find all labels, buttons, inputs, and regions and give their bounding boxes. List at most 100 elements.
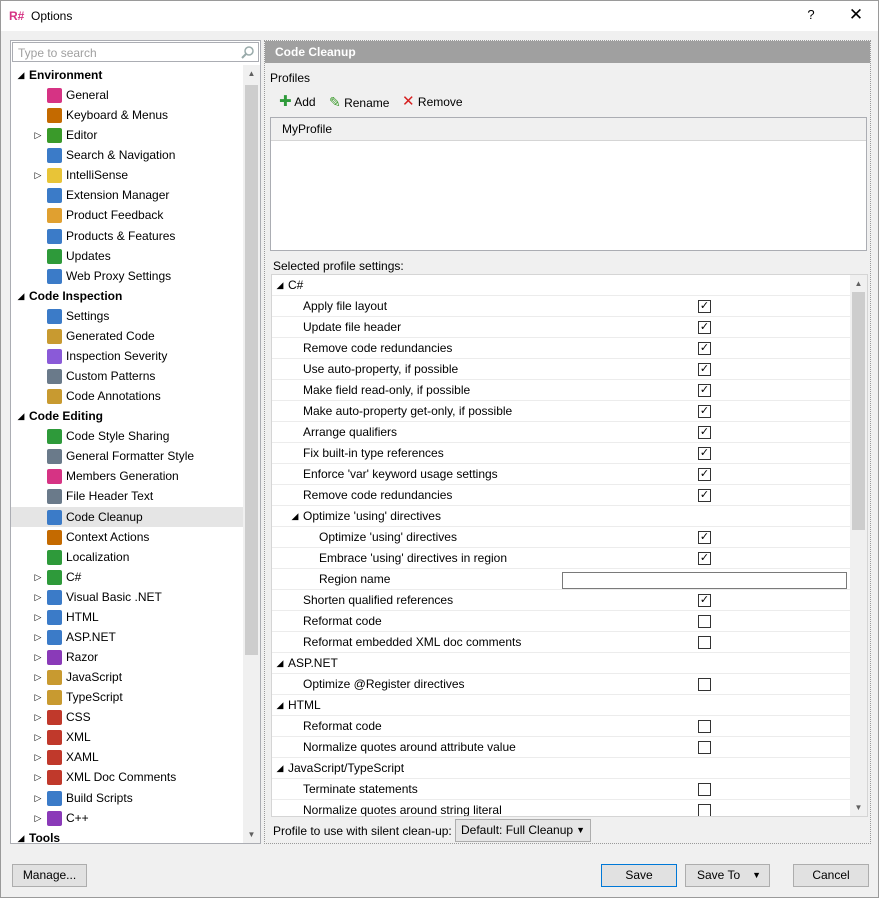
setting-checkbox[interactable] [698,678,711,691]
expand-icon[interactable]: ▷ [33,687,43,707]
setting-checkbox[interactable] [698,342,711,355]
settings-row[interactable]: Optimize @Register directives [272,674,850,695]
setting-checkbox[interactable] [698,321,711,334]
save-to-button[interactable]: Save To ▼ [685,864,770,887]
search-input[interactable]: Type to search [12,42,259,62]
expand-icon[interactable]: ▷ [33,647,43,667]
close-button[interactable]: ✕ [845,5,867,25]
settings-row[interactable]: Enforce 'var' keyword usage settings [272,464,850,485]
region-name-input[interactable] [562,572,847,589]
settings-group-row[interactable]: ◢ C# [272,275,850,296]
setting-checkbox[interactable] [698,531,711,544]
tree-item-asp-net[interactable]: ▷ ASP.NET [11,627,243,647]
expand-icon[interactable]: ▷ [33,788,43,808]
tree-item-search-navigation[interactable]: Search & Navigation [11,145,243,165]
settings-row[interactable]: Embrace 'using' directives in region [272,548,850,569]
tree-item-intellisense[interactable]: ▷ IntelliSense [11,165,243,185]
silent-cleanup-select[interactable]: Default: Full Cleanup ▼ [455,819,591,842]
tree-item-settings[interactable]: Settings [11,306,243,326]
settings-row[interactable]: Optimize 'using' directives [272,527,850,548]
collapse-icon[interactable]: ◢ [16,828,26,843]
tree-item-file-header-text[interactable]: File Header Text [11,486,243,506]
expand-icon[interactable]: ▷ [33,707,43,727]
tree-item-web-proxy-settings[interactable]: Web Proxy Settings [11,266,243,286]
settings-row[interactable]: Update file header [272,317,850,338]
setting-checkbox[interactable] [698,636,711,649]
scroll-up-icon[interactable]: ▲ [243,65,260,82]
setting-checkbox[interactable] [698,720,711,733]
tree-item-custom-patterns[interactable]: Custom Patterns [11,366,243,386]
expand-icon[interactable]: ▷ [33,667,43,687]
tree-item-xml[interactable]: ▷ XML [11,727,243,747]
settings-row[interactable]: Reformat code [272,611,850,632]
tree-item-code-style-sharing[interactable]: Code Style Sharing [11,426,243,446]
tree-item-typescript[interactable]: ▷ TypeScript [11,687,243,707]
collapse-icon[interactable]: ◢ [290,506,300,527]
setting-checkbox[interactable] [698,363,711,376]
setting-checkbox[interactable] [698,804,711,816]
add-profile-button[interactable]: ✚ Add [279,92,316,112]
tree-item-build-scripts[interactable]: ▷ Build Scripts [11,788,243,808]
tree-item-css[interactable]: ▷ CSS [11,707,243,727]
scroll-down-icon[interactable]: ▼ [243,826,260,843]
expand-icon[interactable]: ▷ [33,747,43,767]
profile-list[interactable]: MyProfile [270,117,867,251]
collapse-icon[interactable]: ◢ [275,275,285,296]
tree-item-inspection-severity[interactable]: Inspection Severity [11,346,243,366]
tree-item-editor[interactable]: ▷ Editor [11,125,243,145]
tree-item-c[interactable]: ▷ C++ [11,808,243,828]
setting-checkbox[interactable] [698,552,711,565]
tree-item-general-formatter-style[interactable]: General Formatter Style [11,446,243,466]
expand-icon[interactable]: ▷ [33,125,43,145]
tree-item-c[interactable]: ▷ C# [11,567,243,587]
tree-item-environment[interactable]: ◢ Environment [11,65,243,85]
tree-item-updates[interactable]: Updates [11,246,243,266]
settings-row[interactable]: Reformat code [272,716,850,737]
setting-checkbox[interactable] [698,405,711,418]
settings-row[interactable]: Terminate statements [272,779,850,800]
setting-checkbox[interactable] [698,447,711,460]
setting-checkbox[interactable] [698,783,711,796]
collapse-icon[interactable]: ◢ [16,286,26,306]
scroll-down-icon[interactable]: ▼ [850,799,867,816]
cancel-button[interactable]: Cancel [793,864,869,887]
tree-item-extension-manager[interactable]: Extension Manager [11,185,243,205]
setting-checkbox[interactable] [698,594,711,607]
settings-row[interactable]: Normalize quotes around string literal [272,800,850,816]
rename-profile-button[interactable]: ✎ Rename [329,92,389,112]
settings-row[interactable]: Reformat embedded XML doc comments [272,632,850,653]
setting-checkbox[interactable] [698,741,711,754]
help-button[interactable]: ? [802,7,820,25]
collapse-icon[interactable]: ◢ [275,695,285,716]
collapse-icon[interactable]: ◢ [275,758,285,779]
collapse-icon[interactable]: ◢ [16,406,26,426]
collapse-icon[interactable]: ◢ [16,65,26,85]
tree-item-xaml[interactable]: ▷ XAML [11,747,243,767]
tree-item-visual-basic-net[interactable]: ▷ Visual Basic .NET [11,587,243,607]
settings-row[interactable]: Use auto-property, if possible [272,359,850,380]
tree-item-product-feedback[interactable]: Product Feedback [11,205,243,225]
save-button[interactable]: Save [601,864,677,887]
settings-row[interactable]: Shorten qualified references [272,590,850,611]
settings-row[interactable]: Remove code redundancies [272,338,850,359]
tree-item-context-actions[interactable]: Context Actions [11,527,243,547]
settings-scroll-thumb[interactable] [852,292,865,530]
collapse-icon[interactable]: ◢ [275,653,285,674]
tree-item-razor[interactable]: ▷ Razor [11,647,243,667]
setting-checkbox[interactable] [698,615,711,628]
profile-list-item[interactable]: MyProfile [271,118,866,141]
manage-button[interactable]: Manage... [12,864,87,887]
expand-icon[interactable]: ▷ [33,587,43,607]
settings-row[interactable]: Arrange qualifiers [272,422,850,443]
tree-item-xml-doc-comments[interactable]: ▷ XML Doc Comments [11,767,243,787]
setting-checkbox[interactable] [698,468,711,481]
tree-item-javascript[interactable]: ▷ JavaScript [11,667,243,687]
scroll-up-icon[interactable]: ▲ [850,275,867,292]
expand-icon[interactable]: ▷ [33,607,43,627]
expand-icon[interactable]: ▷ [33,627,43,647]
settings-row[interactable]: Region name [272,569,850,590]
setting-checkbox[interactable] [698,489,711,502]
tree-item-code-annotations[interactable]: Code Annotations [11,386,243,406]
tree-item-keyboard-menus[interactable]: Keyboard & Menus [11,105,243,125]
tree-item-code-cleanup[interactable]: Code Cleanup [11,506,243,527]
